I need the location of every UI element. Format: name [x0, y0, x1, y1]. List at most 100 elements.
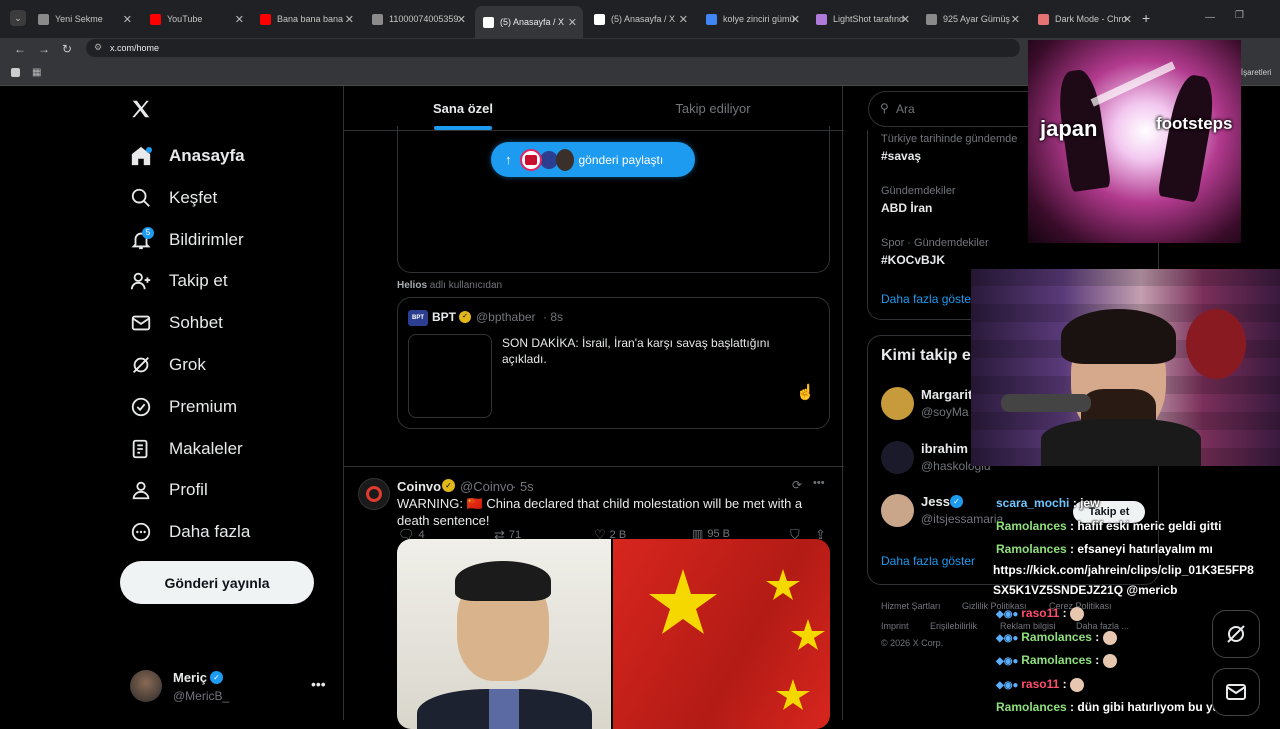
- chat-text: jew: [1080, 496, 1100, 510]
- nav-item-verified[interactable]: Premium: [130, 392, 237, 422]
- site-info-icon[interactable]: ⚙: [94, 42, 102, 53]
- show-more-link[interactable]: Daha fazla göster: [881, 292, 975, 306]
- messages-floating-button[interactable]: [1212, 668, 1260, 716]
- trend-context: Gündemdekiler: [881, 185, 956, 197]
- tab-for-you[interactable]: Sana özel: [344, 86, 582, 130]
- footer-link[interactable]: Hizmet Şartları: [881, 601, 941, 611]
- post-author-name[interactable]: Coinvo: [397, 479, 441, 494]
- chat-message: ◆◉● raso11 :: [996, 677, 1084, 692]
- close-tab-icon[interactable]: ✕: [345, 13, 354, 26]
- tab-favicon: [594, 13, 605, 25]
- repost-user[interactable]: Helios: [397, 280, 427, 291]
- chat-message: Ramolances : efsaneyi hatırlayalım mı: [996, 542, 1213, 556]
- chat-message: Ramolances : dün gibi hatırlıyom bu yayı…: [996, 700, 1240, 714]
- pill-text: gönderi paylaştı: [578, 152, 664, 167]
- chat-emote-icon: [1102, 630, 1117, 645]
- new-tab-button[interactable]: +: [1142, 10, 1150, 26]
- post-image[interactable]: [397, 539, 830, 729]
- photo-flag: [613, 539, 830, 729]
- follow-icon: [130, 270, 152, 292]
- new-posts-pill[interactable]: ↑ gönderi paylaştı: [491, 142, 695, 177]
- browser-tab[interactable]: Bana bana bana ✕: [252, 8, 360, 30]
- browser-tab[interactable]: 11000074005359 ✕: [364, 8, 472, 30]
- tab-search-button[interactable]: ⌄: [10, 10, 26, 26]
- notification-badge: 5: [142, 227, 154, 239]
- post-button[interactable]: Gönderi yayınla: [120, 561, 314, 604]
- browser-tab[interactable]: kolye zinciri gümü ✕: [698, 8, 806, 30]
- trend-title[interactable]: #savaş: [881, 149, 921, 163]
- quoted-post[interactable]: BPT BPT ✓ @bpthaber · 8s SON DAKİKA: İsr…: [397, 297, 830, 429]
- chat-separator: :: [1059, 677, 1070, 691]
- close-tab-icon[interactable]: ✕: [568, 16, 577, 29]
- post-avatar[interactable]: [358, 478, 390, 510]
- tab-icon[interactable]: [11, 68, 20, 77]
- tab-following[interactable]: Takip ediliyor: [582, 86, 844, 130]
- nav-item-bell[interactable]: 5 Bildirimler: [130, 225, 244, 255]
- browser-tab[interactable]: (5) Anasayfa / X ✕: [586, 8, 694, 30]
- reload-icon[interactable]: ↻: [62, 42, 72, 56]
- photo-portrait: [397, 539, 611, 729]
- bookmarks-folder-label[interactable]: r İşaretleri: [1236, 68, 1272, 77]
- footer-link[interactable]: Erişilebilirlik: [930, 621, 977, 631]
- tab-favicon: [372, 13, 383, 25]
- chat-separator: :: [1066, 542, 1078, 556]
- chat-badges-icon: ◆◉●: [996, 656, 1022, 667]
- nav-item-follow[interactable]: Takip et: [130, 266, 228, 296]
- grok-floating-button[interactable]: [1212, 610, 1260, 658]
- repost-suffix: adlı kullanıcıdan: [429, 280, 503, 291]
- close-tab-icon[interactable]: ✕: [901, 13, 910, 26]
- nav-item-search[interactable]: Keşfet: [130, 183, 217, 213]
- close-tab-icon[interactable]: ✕: [235, 13, 244, 26]
- close-tab-icon[interactable]: ✕: [1123, 13, 1132, 26]
- forward-icon[interactable]: →: [38, 42, 50, 56]
- trend-title[interactable]: #KOCvBJK: [881, 253, 945, 267]
- close-tab-icon[interactable]: ✕: [791, 13, 800, 26]
- close-tab-icon[interactable]: ✕: [123, 13, 132, 26]
- meme-caption-right: footsteps: [1156, 114, 1233, 133]
- timeline: Sana özel Takip ediliyor ↑ gönderi payla…: [343, 86, 844, 729]
- nav-label: Premium: [169, 397, 238, 416]
- browser-tab[interactable]: (5) Anasayfa / X ✕: [475, 6, 583, 38]
- avatar: [881, 441, 914, 474]
- x-logo-icon[interactable]: [130, 98, 154, 122]
- nav-item-profile[interactable]: Profil: [130, 475, 208, 505]
- trend-title[interactable]: ABD İran: [881, 201, 932, 215]
- grok-icon: [1227, 625, 1245, 643]
- minimize-button[interactable]: —: [1205, 12, 1215, 23]
- show-more-link-2[interactable]: Daha fazla göster: [881, 554, 975, 568]
- browser-tab[interactable]: LightShot tarafınd ✕: [808, 8, 916, 30]
- address-bar[interactable]: ⚙ x.com/home: [86, 39, 1020, 57]
- tab-label: Bana bana bana: [277, 14, 344, 24]
- chat-separator: :: [1059, 606, 1070, 620]
- close-tab-icon[interactable]: ✕: [457, 13, 466, 26]
- browser-tab[interactable]: Dark Mode - Chro ✕: [1030, 8, 1138, 30]
- footer-link[interactable]: Imprint: [881, 621, 909, 631]
- apps-icon[interactable]: ▦: [32, 67, 41, 78]
- more-dots-icon[interactable]: •••: [813, 477, 825, 489]
- search-icon: ⚲: [880, 101, 889, 115]
- chat-separator: :: [1066, 700, 1078, 714]
- back-icon[interactable]: ←: [14, 42, 26, 56]
- verified-badge-icon: ✓: [210, 671, 223, 684]
- browser-tab[interactable]: YouTube ✕: [142, 8, 250, 30]
- nav-item-mail[interactable]: Sohbet: [130, 308, 223, 338]
- browser-tab[interactable]: 925 Ayar Gümüş ✕: [918, 8, 1026, 30]
- more-dots-icon[interactable]: •••: [311, 676, 326, 692]
- grok-icon[interactable]: ⟳: [792, 478, 802, 492]
- nav-item-grok[interactable]: Grok: [130, 350, 206, 380]
- chat-username: raso11: [1021, 606, 1060, 620]
- repost-attribution: Helios adlı kullanıcıdan: [397, 280, 502, 291]
- browser-tab[interactable]: Yeni Sekme ✕: [30, 8, 138, 30]
- chat-message: Ramolances : hafif eski meric geldi gitt…: [996, 519, 1221, 533]
- chat-username: Ramolances: [996, 542, 1067, 556]
- pill-avatar: [555, 148, 574, 171]
- close-tab-icon[interactable]: ✕: [679, 13, 688, 26]
- tab-strip: ⌄ Yeni Sekme ✕ YouTube ✕ Bana bana bana ✕ 1100…: [0, 0, 1280, 38]
- restore-button[interactable]: ❐: [1235, 10, 1244, 21]
- chat-separator: :: [1066, 519, 1078, 533]
- close-tab-icon[interactable]: ✕: [1011, 13, 1020, 26]
- nav-item-home[interactable]: Anasayfa: [130, 141, 245, 171]
- nav-item-article[interactable]: Makaleler: [130, 434, 243, 464]
- nav-item-more[interactable]: Daha fazla: [130, 517, 250, 547]
- account-switcher[interactable]: Meriç ✓ @MericB_ •••: [130, 668, 330, 708]
